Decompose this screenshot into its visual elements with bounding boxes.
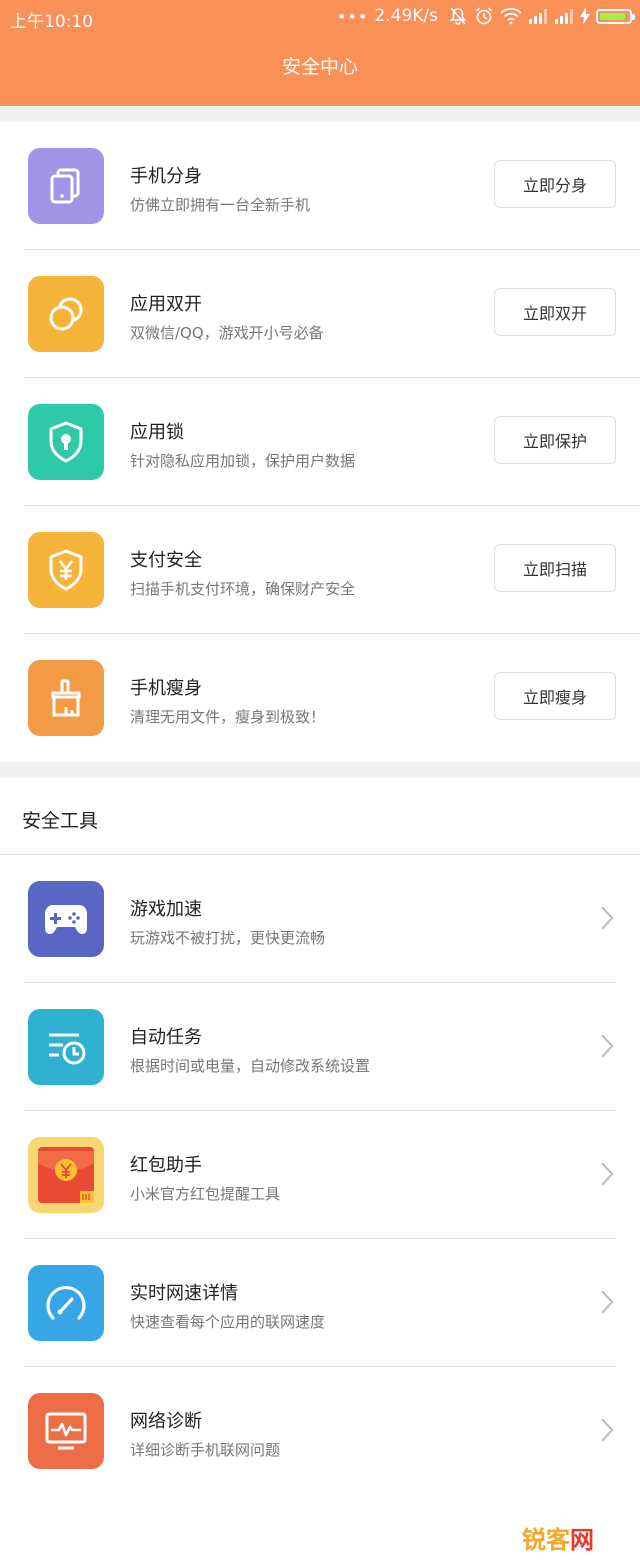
speedometer-icon bbox=[28, 1265, 104, 1341]
charging-icon bbox=[580, 7, 590, 25]
status-bar: 上午10:10 ••• 2.49K/s bbox=[0, 0, 640, 34]
feature-subtitle: 扫描手机支付环境，确保财产安全 bbox=[130, 580, 356, 598]
app-lock-icon bbox=[28, 404, 104, 480]
feature-subtitle: 双微信/QQ，游戏开小号必备 bbox=[130, 324, 324, 342]
tool-row-red-envelope[interactable]: 红包助手 小米官方红包提醒工具 bbox=[0, 1111, 640, 1239]
feature-title: 手机分身 bbox=[130, 166, 202, 187]
watermark-logo: 锐客网 bbox=[522, 1526, 594, 1554]
feature-row-phone-clone[interactable]: 手机分身 仿佛立即拥有一台全新手机 立即分身 bbox=[0, 122, 640, 250]
tool-title: 网络诊断 bbox=[130, 1411, 202, 1432]
phone-clone-icon bbox=[28, 148, 104, 224]
feature-row-payment-security[interactable]: 支付安全 扫描手机支付环境，确保财产安全 立即扫描 bbox=[0, 506, 640, 634]
chevron-right-icon bbox=[600, 1417, 614, 1447]
tool-row-network-diagnosis[interactable]: 网络诊断 详细诊断手机联网问题 bbox=[0, 1367, 640, 1495]
section-gap bbox=[0, 762, 640, 778]
header-bar: 上午10:10 ••• 2.49K/s 安全中心 bbox=[0, 0, 640, 106]
feature-subtitle: 仿佛立即拥有一台全新手机 bbox=[130, 196, 311, 214]
feature-row-dual-app[interactable]: 应用双开 双微信/QQ，游戏开小号必备 立即双开 bbox=[0, 250, 640, 378]
payment-shield-icon bbox=[28, 532, 104, 608]
broom-icon bbox=[28, 660, 104, 736]
chevron-right-icon bbox=[600, 1289, 614, 1319]
status-dots: ••• bbox=[337, 6, 369, 26]
tool-subtitle: 玩游戏不被打扰，更快更流畅 bbox=[130, 929, 326, 947]
tool-row-game-boost[interactable]: 游戏加速 玩游戏不被打扰，更快更流畅 bbox=[0, 855, 640, 983]
payment-scan-button[interactable]: 立即扫描 bbox=[494, 544, 616, 592]
dual-app-icon bbox=[28, 276, 104, 352]
page-title: 安全中心 bbox=[281, 56, 358, 78]
tool-title: 实时网速详情 bbox=[130, 1283, 238, 1304]
phone-cleanup-button[interactable]: 立即瘦身 bbox=[494, 672, 616, 720]
tool-row-auto-task[interactable]: 自动任务 根据时间或电量，自动修改系统设置 bbox=[0, 983, 640, 1111]
network-diagnosis-icon bbox=[28, 1393, 104, 1469]
app-lock-button[interactable]: 立即保护 bbox=[494, 416, 616, 464]
wifi-icon bbox=[500, 7, 522, 25]
section-gap bbox=[0, 106, 640, 122]
chevron-right-icon bbox=[600, 1161, 614, 1191]
feature-title: 支付安全 bbox=[130, 550, 202, 571]
feature-row-phone-cleanup[interactable]: 手机瘦身 清理无用文件，瘦身到极致！ 立即瘦身 bbox=[0, 634, 640, 762]
dual-app-button[interactable]: 立即双开 bbox=[494, 288, 616, 336]
mute-icon bbox=[448, 6, 468, 26]
section-title: 安全工具 bbox=[22, 810, 99, 832]
network-speed: 2.49K/s bbox=[374, 6, 438, 26]
tool-row-network-speed[interactable]: 实时网速详情 快速查看每个应用的联网速度 bbox=[0, 1239, 640, 1367]
battery-fill bbox=[600, 12, 625, 20]
status-time: 上午10:10 bbox=[10, 12, 93, 32]
tool-title: 自动任务 bbox=[130, 1027, 202, 1048]
tool-title: 红包助手 bbox=[130, 1155, 202, 1176]
feature-row-app-lock[interactable]: 应用锁 针对隐私应用加锁，保护用户数据 立即保护 bbox=[0, 378, 640, 506]
tool-subtitle: 小米官方红包提醒工具 bbox=[130, 1185, 281, 1203]
signal-icon bbox=[528, 8, 548, 24]
chevron-right-icon bbox=[600, 1033, 614, 1063]
feature-subtitle: 针对隐私应用加锁，保护用户数据 bbox=[130, 452, 356, 470]
tool-subtitle: 详细诊断手机联网问题 bbox=[130, 1441, 281, 1459]
gamepad-icon bbox=[28, 881, 104, 957]
alarm-icon bbox=[474, 6, 494, 26]
feature-title: 手机瘦身 bbox=[130, 678, 202, 699]
tool-subtitle: 快速查看每个应用的联网速度 bbox=[130, 1313, 326, 1331]
feature-title: 应用锁 bbox=[130, 422, 184, 443]
battery-icon bbox=[596, 8, 635, 24]
signal-icon bbox=[554, 8, 574, 24]
feature-subtitle: 清理无用文件，瘦身到极致！ bbox=[130, 708, 326, 726]
scheduled-task-icon bbox=[28, 1009, 104, 1085]
feature-title: 应用双开 bbox=[130, 294, 202, 315]
tool-title: 游戏加速 bbox=[130, 899, 202, 920]
red-envelope-icon bbox=[28, 1137, 104, 1213]
chevron-right-icon bbox=[600, 905, 614, 935]
tool-subtitle: 根据时间或电量，自动修改系统设置 bbox=[130, 1057, 371, 1075]
phone-clone-button[interactable]: 立即分身 bbox=[494, 160, 616, 208]
